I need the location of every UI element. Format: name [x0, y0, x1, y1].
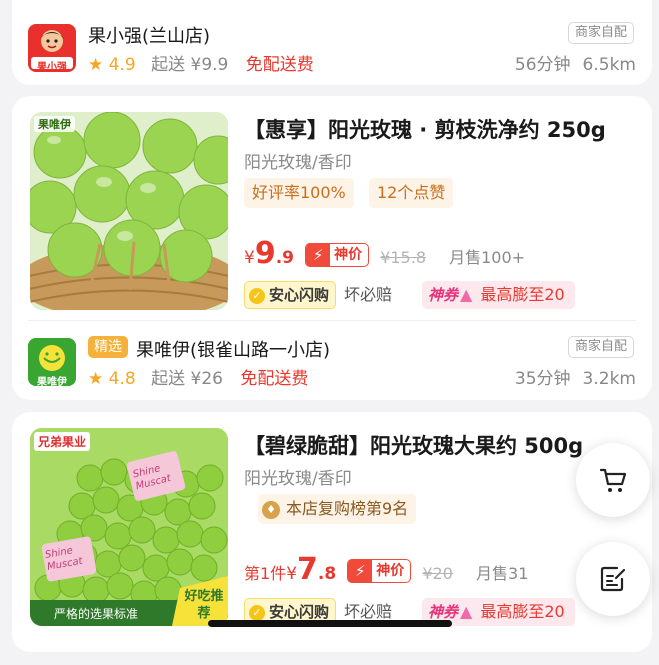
bad-compensation: 坏必赔 [344, 602, 393, 621]
divider [28, 320, 636, 321]
shop-row[interactable]: 果小强 果小强(兰山店) ★ 4.9 起送 ¥9.9 免配送费 商家自配 56分… [28, 18, 636, 78]
coupon-label: 神券 [428, 286, 459, 304]
shop-rating: 4.9 [108, 55, 136, 75]
shop-meta: ★ 4.8 起送 ¥26 免配送费 [88, 364, 308, 389]
featured-badge: 精选 [88, 336, 128, 358]
shop-distance: 56分钟 6.5km [515, 50, 636, 75]
check-icon: ✓ [249, 605, 265, 621]
coupon-text: 最高膨至20 [480, 602, 565, 621]
likes-tag: 12个点赞 [369, 178, 454, 208]
lightning-icon: ⚡ [306, 243, 331, 267]
delivery-fee: 免配送费 [240, 369, 309, 389]
edit-note-icon [600, 566, 626, 592]
rebuy-rank-label: 本店复购榜第9名 [286, 499, 409, 518]
original-price: ¥15.8 [380, 248, 426, 267]
cart-icon [599, 468, 627, 492]
monthly-sales: 月售100+ [449, 248, 526, 267]
price-integer: 7 [297, 552, 318, 587]
rebuy-rank-tag: ♦ 本店复购榜第9名 [258, 494, 417, 524]
delivery-time: 35分钟 [514, 369, 571, 389]
home-indicator[interactable] [208, 620, 452, 627]
shop-name[interactable]: 果小强(兰山店) [88, 22, 210, 48]
shop-logo-text: 果小强 [37, 62, 67, 72]
delivery-time: 56分钟 [514, 55, 571, 75]
product-title[interactable]: 【惠享】阳光玫瑰 · 剪枝洗净约 250g [244, 114, 606, 144]
merchant-delivery-tag: 商家自配 [567, 336, 634, 358]
anxin-badge: ✓ 安心闪购 [244, 281, 337, 309]
product-title[interactable]: 【碧绿脆甜】阳光玫瑰大果约 500g [244, 430, 583, 460]
anxin-label: 安心闪购 [269, 286, 330, 304]
price-currency: ¥ [244, 248, 255, 268]
first-piece-label: 第1件 [244, 564, 287, 583]
arrow-up-icon: ▲ [460, 602, 473, 621]
shop-card-xiongdi[interactable]: 兄弟果业 Shine Muscat Shine Muscat 严格的选果标准 好… [12, 412, 652, 652]
shenjia-badge: ⚡ 神价 [305, 243, 370, 267]
cart-button[interactable] [576, 443, 650, 517]
star-icon: ★ [88, 369, 104, 389]
shop-card-guoweiyi[interactable]: 果唯伊 【惠享】阳光玫瑰 · 剪枝洗净约 250g 阳光玫瑰/香印 好评率100… [12, 96, 652, 400]
merchant-delivery-tag: 商家自配 [567, 22, 634, 44]
price-integer: 9 [254, 236, 276, 271]
price-line: ¥9.9 ⚡ 神价 ¥15.8 月售100+ [244, 236, 526, 271]
check-icon: ✓ [249, 288, 265, 304]
arrow-up-icon: ▲ [460, 285, 473, 304]
shenjia-badge: ⚡ 神价 [347, 559, 412, 583]
shop-logo: 果小强 [28, 24, 76, 72]
product-image[interactable]: 果唯伊 [30, 112, 228, 310]
shop-distance: 35分钟 3.2km [515, 364, 636, 389]
coupon-text: 最高膨至20 [480, 285, 565, 304]
lightning-icon: ⚡ [348, 559, 373, 583]
star-icon: ★ [88, 55, 104, 75]
medal-icon: ♦ [262, 501, 280, 519]
shop-logo-text: 果唯伊 [37, 377, 67, 386]
original-price: ¥20 [422, 564, 453, 583]
shenjia-label: 神价 [334, 247, 363, 263]
shop-card-guoxiaoqiang[interactable]: 果小强 果小强(兰山店) ★ 4.9 起送 ¥9.9 免配送费 商家自配 56分… [12, 0, 652, 85]
image-brand: 果唯伊 [34, 116, 75, 132]
shop-meta: ★ 4.9 起送 ¥9.9 免配送费 [88, 50, 314, 75]
distance: 3.2km [582, 369, 636, 389]
price-line: 第1件¥7.8 ⚡ 神价 ¥20 月售31 [244, 552, 529, 587]
distance: 6.5km [582, 55, 636, 75]
coupon-badge[interactable]: 神券 ▲ 最高膨至20 [422, 281, 575, 309]
min-order: 起送 ¥9.9 [151, 55, 229, 75]
rating-tag: 好评率100% [244, 178, 354, 208]
guarantee-row: ✓ 安心闪购 坏必赔 [244, 281, 392, 309]
price-decimal: .8 [317, 564, 337, 584]
product-subtitle: 阳光玫瑰/香印 [244, 469, 352, 489]
price-currency: ¥ [286, 564, 298, 584]
coupon-label: 神券 [428, 603, 459, 621]
edit-note-button[interactable] [576, 542, 650, 616]
shop-row[interactable]: 果唯伊 精选 果唯伊(银雀山路一小店) ★ 4.8 起送 ¥26 免配送费 商家… [28, 332, 636, 392]
image-badge: 好吃推荐 [184, 589, 224, 621]
price-decimal: .9 [275, 248, 294, 268]
product-image[interactable]: 兄弟果业 Shine Muscat Shine Muscat 严格的选果标准 好… [30, 428, 228, 626]
shop-rating: 4.8 [108, 369, 136, 389]
bad-compensation: 坏必赔 [344, 285, 393, 304]
shop-name[interactable]: 果唯伊(银雀山路一小店) [136, 336, 330, 362]
monthly-sales: 月售31 [476, 564, 529, 583]
image-caption: 严格的选果标准 [54, 607, 139, 621]
product-subtitle: 阳光玫瑰/香印 [244, 153, 352, 173]
min-order: 起送 ¥26 [151, 369, 223, 389]
shenjia-label: 神价 [376, 563, 405, 579]
image-brand: 兄弟果业 [34, 432, 91, 451]
delivery-fee: 免配送费 [245, 55, 314, 75]
shop-logo: 果唯伊 [28, 338, 76, 386]
anxin-label: 安心闪购 [269, 603, 330, 621]
